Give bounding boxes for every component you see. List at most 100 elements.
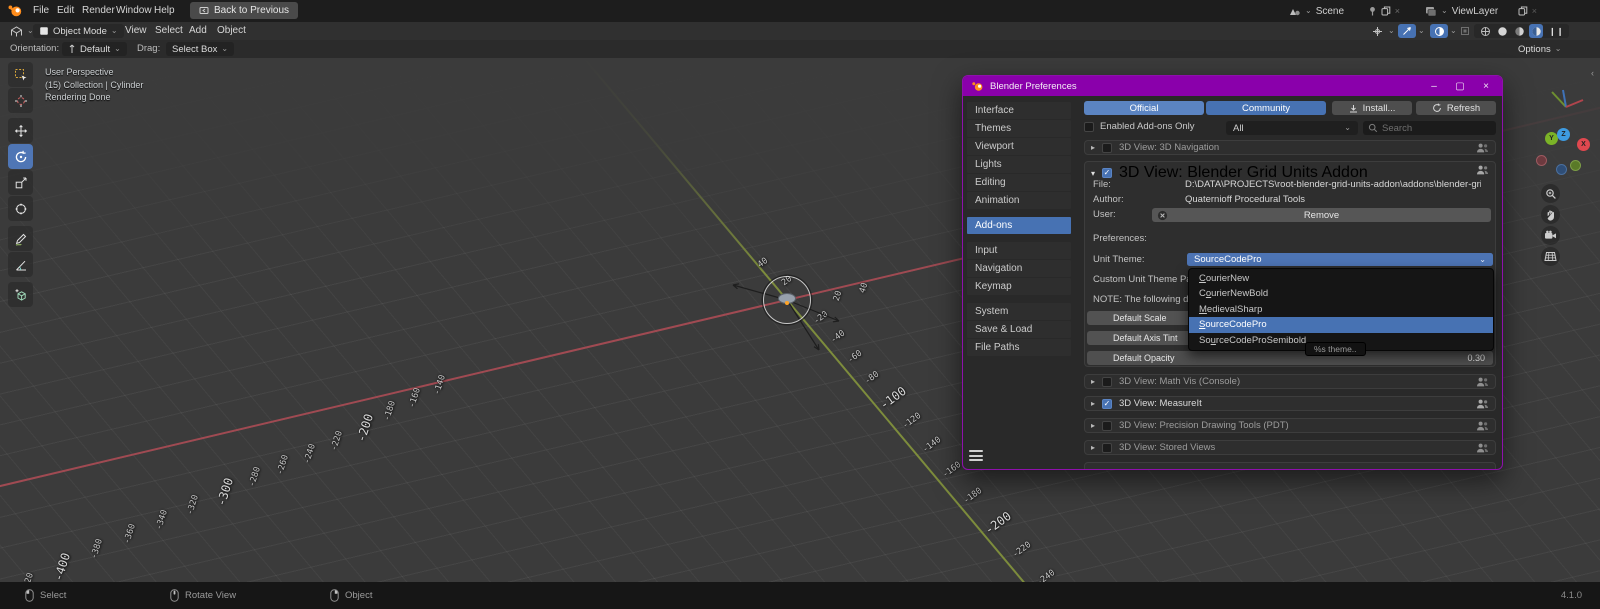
sidebar-item-keymap[interactable]: Keymap [967, 278, 1071, 295]
drag-dropdown[interactable]: Select Box ⌄ [166, 42, 235, 56]
sidebar-item-viewport[interactable]: Viewport [967, 138, 1071, 155]
zoom-view-button[interactable] [1541, 184, 1560, 203]
unit-theme-option[interactable]: MedievalSharp [1189, 302, 1493, 317]
tool-rotate[interactable] [8, 144, 33, 169]
sidebar-item-interface[interactable]: Interface [967, 102, 1071, 119]
refresh-addons-button[interactable]: Refresh [1416, 101, 1496, 115]
camera-view-button[interactable] [1541, 226, 1560, 245]
addon-row-measureit[interactable]: ▸ ✓ 3D View: MeasureIt [1084, 396, 1496, 411]
gizmo-neg-z-ball[interactable] [1556, 164, 1567, 175]
tab-official[interactable]: Official [1084, 101, 1204, 115]
tool-annotate[interactable] [8, 226, 33, 251]
copy-icon[interactable] [1381, 6, 1391, 16]
tool-add-cube[interactable] [8, 282, 33, 307]
sidebar-item-save-load[interactable]: Save & Load [967, 321, 1071, 338]
sidebar-item-themes[interactable]: Themes [967, 120, 1071, 137]
gizmo-neg-y-ball[interactable] [1570, 160, 1581, 171]
maximize-button[interactable]: ▢ [1452, 79, 1468, 93]
pin-icon[interactable] [1368, 6, 1377, 16]
addon-checkbox[interactable]: ✓ [1102, 168, 1113, 178]
enabled-only-filter[interactable]: Enabled Add-ons Only [1084, 121, 1195, 132]
default-scale-slider[interactable]: Default Scale [1087, 311, 1188, 325]
addon-checkbox[interactable] [1102, 142, 1113, 153]
sidebar-toggle-arrow[interactable]: ‹ [1591, 68, 1594, 78]
pan-view-button[interactable] [1541, 205, 1560, 224]
viewlayer-selector[interactable]: ⌄ ViewLayer × [1425, 0, 1537, 22]
expand-arrow-icon[interactable]: ▸ [1091, 443, 1095, 452]
mode-selector[interactable]: Object Mode ⌄ [33, 24, 124, 38]
snap-icon[interactable] [1456, 24, 1474, 38]
tool-measure[interactable] [8, 252, 33, 277]
tool-cursor[interactable] [8, 88, 33, 113]
addon-row-3d-navigation[interactable]: ▸ 3D View: 3D Navigation [1084, 140, 1496, 155]
preferences-window: Blender Preferences – ▢ × Interface Them… [962, 75, 1503, 470]
back-icon [199, 6, 209, 15]
enabled-only-checkbox[interactable] [1084, 121, 1094, 132]
download-icon [1349, 104, 1357, 112]
expand-arrow-icon[interactable]: ▸ [1091, 421, 1095, 430]
author-label: Author: [1093, 194, 1124, 205]
addon-users-icon [1476, 399, 1489, 409]
shading-rendered-icon[interactable] [1529, 24, 1543, 38]
shading-material-icon[interactable] [1512, 24, 1526, 38]
copy-icon[interactable] [1518, 6, 1528, 16]
install-addon-button[interactable]: Install... [1332, 101, 1412, 115]
expand-arrow-icon[interactable]: ▸ [1091, 143, 1095, 152]
addon-row-stored-views[interactable]: ▸ 3D View: Stored Views [1084, 440, 1496, 455]
unlink-icon[interactable]: × [1395, 6, 1400, 16]
expand-arrow-icon[interactable]: ▸ [1091, 377, 1095, 386]
addon-row-math-vis[interactable]: ▸ 3D View: Math Vis (Console) [1084, 374, 1496, 389]
pause-render-button[interactable]: ❙❙ [1544, 24, 1570, 38]
addon-checkbox[interactable] [1102, 376, 1113, 387]
gizmo-neg-x-ball[interactable] [1536, 155, 1547, 166]
preferences-titlebar[interactable]: Blender Preferences – ▢ × [963, 76, 1502, 96]
unit-theme-option[interactable]: CourierNewBold [1189, 286, 1493, 301]
sidebar-item-addons[interactable]: Add-ons [967, 217, 1071, 234]
remove-addon-button[interactable]: Remove [1152, 208, 1491, 222]
menu-help[interactable]: Help [145, 0, 184, 22]
unit-theme-dropdown[interactable]: SourceCodePro ⌄ [1187, 253, 1493, 266]
editor-menu-icon[interactable] [969, 450, 983, 464]
default-opacity-slider[interactable]: Default Opacity 0.30 [1087, 351, 1493, 365]
gizmo-z-ball[interactable]: Z [1557, 128, 1570, 141]
tool-transform[interactable] [8, 196, 33, 221]
search-field[interactable] [1363, 121, 1496, 135]
sidebar-item-editing[interactable]: Editing [967, 174, 1071, 191]
options-dropdown[interactable]: Options ⌄ [1512, 42, 1567, 56]
addon-checkbox[interactable]: ✓ [1102, 398, 1113, 409]
search-input[interactable] [1382, 122, 1482, 134]
unit-theme-option[interactable]: CourierNew [1189, 271, 1493, 286]
sidebar-item-navigation[interactable]: Navigation [967, 260, 1071, 277]
expand-arrow-icon[interactable]: ▸ [1091, 399, 1095, 408]
addon-checkbox[interactable] [1102, 420, 1113, 431]
unit-theme-option-selected[interactable]: SourceCodePro [1189, 317, 1493, 333]
blender-logo[interactable] [7, 4, 23, 18]
gizmo-x-ball[interactable]: X [1577, 138, 1590, 151]
back-to-previous-button[interactable]: Back to Previous [190, 2, 299, 19]
sidebar-item-animation[interactable]: Animation [967, 192, 1071, 209]
sidebar-item-file-paths[interactable]: File Paths [967, 339, 1071, 356]
sidebar-item-system[interactable]: System [967, 303, 1071, 320]
shading-wireframe-icon[interactable] [1478, 24, 1492, 38]
orientation-dropdown[interactable]: Default ⌄ [62, 42, 127, 56]
toggle-projection-button[interactable] [1541, 247, 1560, 266]
sidebar-item-lights[interactable]: Lights [967, 156, 1071, 173]
shading-solid-icon[interactable] [1495, 24, 1509, 38]
tool-scale[interactable] [8, 170, 33, 195]
addon-row-pdt[interactable]: ▸ 3D View: Precision Drawing Tools (PDT) [1084, 418, 1496, 433]
sidebar-item-input[interactable]: Input [967, 242, 1071, 259]
remove-viewlayer-icon[interactable]: × [1532, 6, 1537, 16]
hint-object: Object [345, 590, 373, 601]
minimize-button[interactable]: – [1426, 79, 1442, 93]
tool-move[interactable] [8, 118, 33, 143]
tool-select-box[interactable] [8, 62, 33, 87]
menu-object[interactable]: Object [210, 22, 253, 40]
close-button[interactable]: × [1478, 79, 1494, 93]
category-dropdown[interactable]: All ⌄ [1226, 121, 1358, 135]
addon-row-partial[interactable] [1084, 462, 1496, 469]
tab-community[interactable]: Community [1206, 101, 1326, 115]
collapse-arrow-icon[interactable]: ▾ [1091, 169, 1095, 178]
scene-selector[interactable]: ⌄ Scene × [1288, 0, 1400, 22]
default-axis-tint-slider[interactable]: Default Axis Tint [1087, 331, 1188, 345]
addon-checkbox[interactable] [1102, 442, 1113, 453]
